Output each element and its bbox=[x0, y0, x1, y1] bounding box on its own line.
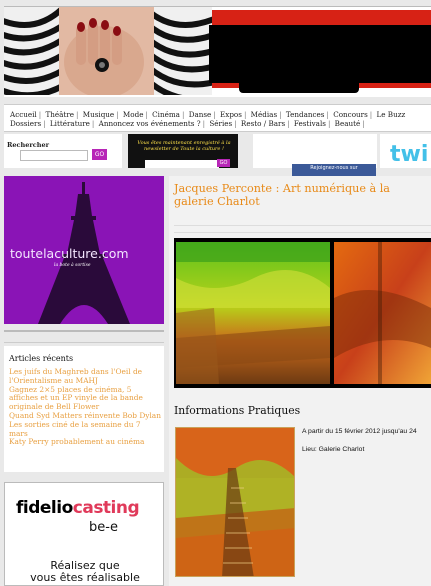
nav-item-expos[interactable]: Expos bbox=[220, 110, 242, 119]
nav-item-theatre[interactable]: Théâtre bbox=[45, 110, 74, 119]
post-title[interactable]: Jacques Perconte : Art numérique à la ga… bbox=[174, 182, 431, 208]
site-logo-tagline: la bote à sortise bbox=[54, 263, 91, 268]
nav-item-medias[interactable]: Médias bbox=[251, 110, 278, 119]
nav-item-beaute[interactable]: Beauté bbox=[335, 119, 361, 128]
nav-item-annoncez[interactable]: Annoncez vos événements ? bbox=[99, 119, 201, 128]
nav-item-accueil[interactable]: Accueil bbox=[10, 110, 37, 119]
ad-brand-part-1: fidelio bbox=[16, 498, 73, 518]
article-link[interactable]: Les juifs du Maghreb dans l'Oeil de l'Or… bbox=[9, 367, 161, 386]
newsletter-confirmation-text: Vous êtes maintenant enregistré à la new… bbox=[137, 140, 231, 152]
nav-item-musique[interactable]: Musique bbox=[83, 110, 114, 119]
nav-row-2: Dossiers | Littérature | Annoncez vos évén… bbox=[10, 119, 365, 128]
nav-item-litterature[interactable]: Littérature bbox=[50, 119, 90, 128]
nav-item-le-buzz[interactable]: Le Buzz bbox=[377, 110, 406, 119]
article-link[interactable]: Katy Perry probablement au cinéma bbox=[9, 438, 161, 447]
header-banner[interactable] bbox=[4, 6, 431, 97]
search-label: Rechercher bbox=[7, 141, 50, 149]
title-divider bbox=[174, 225, 431, 226]
nav-item-mode[interactable]: Mode bbox=[123, 110, 144, 119]
title-divider-2 bbox=[174, 232, 431, 233]
article-link[interactable]: Les sorties ciné de la semaine du 7 mars bbox=[9, 420, 161, 439]
svg-text:twi: twi bbox=[390, 142, 428, 167]
nav-item-resto-bars[interactable]: Resto / Bars bbox=[241, 119, 285, 128]
banner-photo bbox=[4, 7, 212, 95]
nav-item-cinema[interactable]: Cinéma bbox=[152, 110, 180, 119]
social-panel bbox=[253, 134, 377, 168]
nav-item-tendances[interactable]: Tendances bbox=[286, 110, 325, 119]
search-input[interactable] bbox=[20, 150, 88, 161]
sidebar-divider-2 bbox=[4, 342, 164, 343]
ad-tagline-line-2: vous êtes réalisable bbox=[30, 571, 140, 584]
banner-redacted-area-2 bbox=[239, 59, 359, 93]
event-thumbnail bbox=[175, 427, 295, 577]
recent-articles-heading: Articles récents bbox=[9, 354, 74, 363]
ad-tagline: Réalisez que vous êtes réalisable bbox=[10, 560, 160, 584]
newsletter-go-button[interactable]: GO bbox=[217, 159, 230, 167]
ad-sub-logo: be-e bbox=[89, 520, 118, 535]
ad-brand-logo: fideliocasting bbox=[16, 498, 140, 518]
nav-item-danse[interactable]: Danse bbox=[189, 110, 212, 119]
nav-item-dossiers[interactable]: Dossiers bbox=[10, 119, 41, 128]
nav-item-festivals[interactable]: Festivals bbox=[294, 119, 326, 128]
nav-item-concours[interactable]: Concours bbox=[333, 110, 368, 119]
search-go-button[interactable]: GO bbox=[92, 149, 107, 160]
facebook-join-button[interactable]: Rejoignez-nous sur bbox=[292, 164, 376, 176]
article-link[interactable]: Gagnez 2×5 places de cinéma, 5 affiches … bbox=[9, 385, 161, 412]
practical-info-heading: Informations Pratiques bbox=[174, 404, 301, 417]
ad-sub-text: be-e bbox=[89, 520, 118, 535]
twitter-icon[interactable]: twi bbox=[380, 134, 431, 168]
recent-articles-list: Les juifs du Maghreb dans l'Oeil de l'Or… bbox=[9, 367, 161, 447]
nav-row-1: Accueil | Théâtre | Musique | Mode | Cinéma |… bbox=[10, 110, 406, 119]
artwork-image bbox=[174, 238, 431, 388]
event-location: Lieu: Galerie Charlot bbox=[302, 446, 365, 453]
nav-item-series[interactable]: Séries bbox=[209, 119, 232, 128]
site-logo-text: toutelaculture.com bbox=[10, 246, 129, 261]
newsletter-email-input[interactable] bbox=[145, 160, 219, 168]
main-nav: Accueil | Théâtre | Musique | Mode | Cinéma |… bbox=[4, 104, 431, 132]
ad-brand-part-2: casting bbox=[72, 498, 140, 518]
event-date: A partir du 15 février 2012 jusqu'au 24 bbox=[302, 428, 417, 435]
sidebar-divider bbox=[4, 330, 164, 332]
